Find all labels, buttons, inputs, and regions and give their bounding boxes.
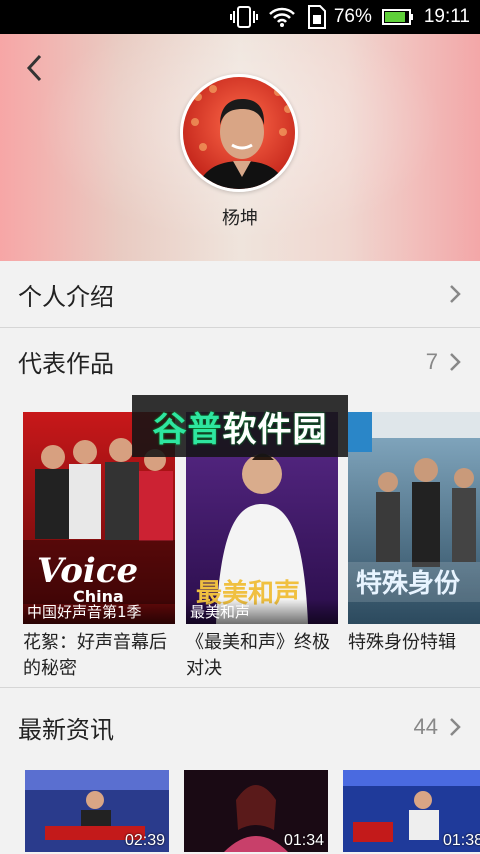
news-count: 44 <box>413 714 438 739</box>
news-row[interactable]: 最新资讯 44 <box>0 688 480 766</box>
battery-percent: 76% <box>333 6 372 27</box>
intro-title: 个人介绍 <box>18 282 114 311</box>
news-duration: 01:34 <box>283 832 324 849</box>
watermark-text: 软件园 <box>222 409 328 450</box>
back-button[interactable] <box>18 52 50 84</box>
chevron-right-icon <box>450 285 461 303</box>
artist-header: 杨坤 <box>0 34 480 261</box>
work-tag: 最美和声 <box>186 599 338 624</box>
chevron-left-icon <box>26 54 42 82</box>
works-title: 代表作品 <box>18 350 114 378</box>
chevron-right-icon <box>450 352 461 371</box>
svg-text:Voice: Voice <box>37 551 138 591</box>
work-title: 花絮：好声音幕后的秘密 <box>23 632 167 679</box>
work-title: 特殊身份特辑 <box>348 632 456 653</box>
clock: 19:11 <box>423 6 470 27</box>
wifi-icon <box>268 6 296 28</box>
work-thumbnail: 特殊身份 <box>348 412 480 624</box>
intro-row[interactable]: 个人介绍 <box>0 261 480 327</box>
artist-portrait <box>183 77 295 189</box>
news-duration: 02:39 <box>124 832 165 849</box>
sim-card-icon <box>306 5 328 29</box>
news-title: 最新资讯 <box>18 715 114 744</box>
battery-icon <box>381 8 414 26</box>
news-card[interactable]: 01:38 <box>343 770 480 852</box>
works-count: 7 <box>425 348 438 374</box>
artist-name: 杨坤 <box>222 208 258 229</box>
work-tag: 中国好声音第1季 <box>23 599 175 624</box>
news-card[interactable]: 01:34 <box>184 770 328 852</box>
news-card[interactable]: 02:39 <box>25 770 169 852</box>
chevron-right-icon <box>450 718 461 736</box>
work-title: 《最美和声》终极对决 <box>186 632 330 679</box>
status-bar: 76% 19:11 <box>0 0 480 34</box>
watermark-logo: 谷普 软件园 <box>132 395 348 457</box>
svg-text:特殊身份: 特殊身份 <box>356 568 460 599</box>
avatar[interactable] <box>180 74 298 192</box>
news-list[interactable]: 02:39 01:34 01:38 <box>0 770 480 854</box>
vibrate-icon <box>229 6 258 28</box>
works-row[interactable]: 代表作品 7 <box>0 328 480 395</box>
work-card[interactable]: 特殊身份 特殊身份特辑 <box>348 412 480 656</box>
watermark-text: 谷普 <box>152 409 223 450</box>
news-duration: 01:38 <box>442 832 480 849</box>
